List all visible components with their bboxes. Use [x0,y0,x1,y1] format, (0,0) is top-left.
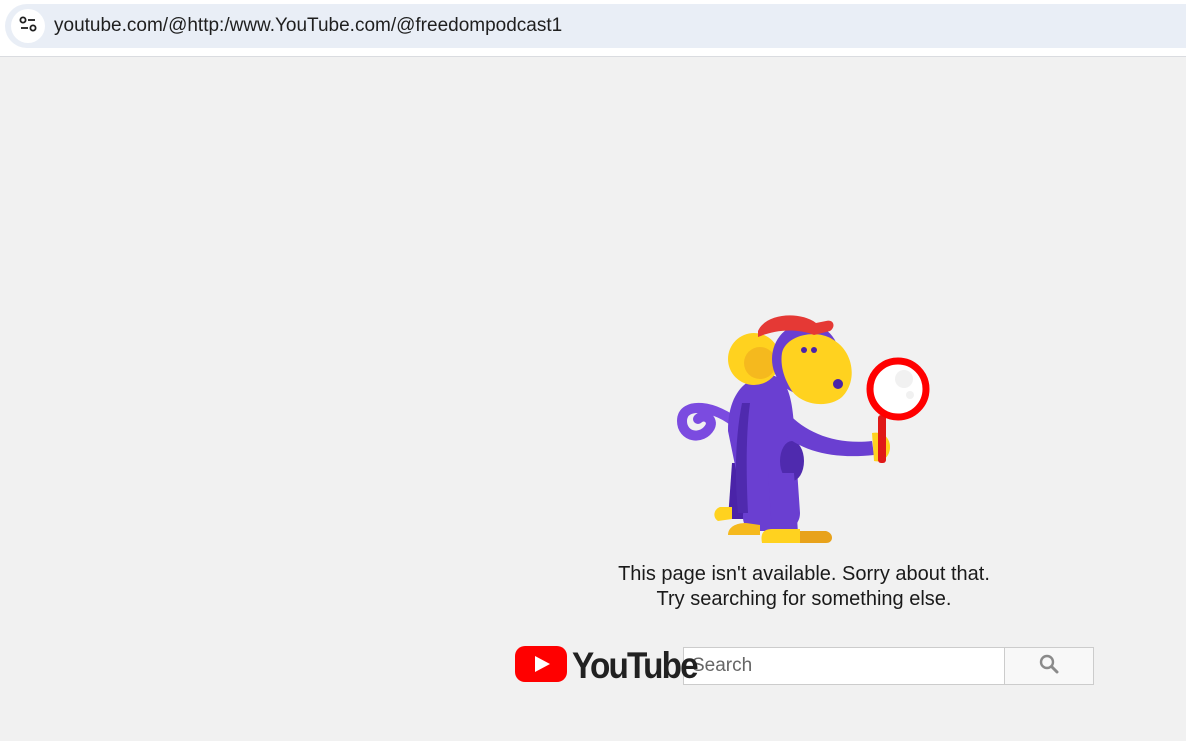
url-text[interactable]: youtube.com/@http:/www.YouTube.com/@free… [54,15,562,37]
address-bar[interactable]: youtube.com/@http:/www.YouTube.com/@free… [5,4,1186,48]
error-line-1: This page isn't available. Sorry about t… [618,563,990,585]
youtube-wordmark: YouTube [572,645,699,686]
page-content: This page isn't available. Sorry about t… [0,57,1186,741]
site-info-button[interactable] [11,9,45,43]
search-button[interactable] [1005,647,1094,685]
youtube-logo[interactable]: YouTube [515,645,699,688]
tune-icon [19,16,37,37]
youtube-play-icon [515,645,567,688]
search-input[interactable] [683,647,1005,685]
browser-toolbar: youtube.com/@http:/www.YouTube.com/@free… [0,0,1186,57]
search-row: YouTube [515,645,1094,688]
monkey-illustration [676,313,936,549]
error-line-2: Try searching for something else. [656,588,952,610]
search-icon [1039,654,1059,679]
error-message: This page isn't available. Sorry about t… [554,562,1054,612]
